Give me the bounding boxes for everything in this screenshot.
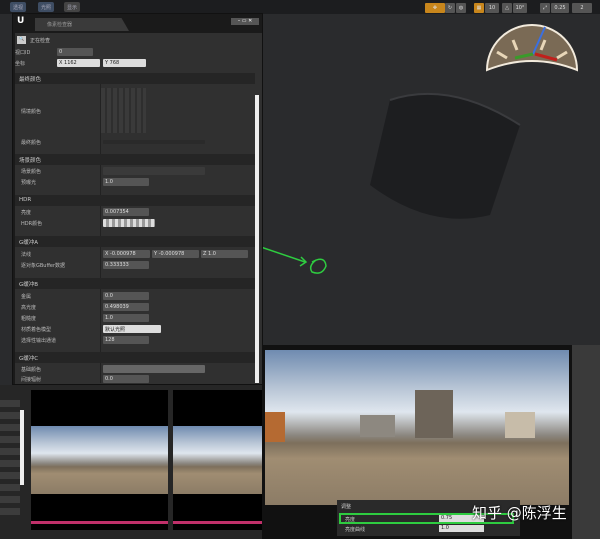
rotation-snap-value[interactable]: 10° (513, 3, 527, 13)
camera-speed-button[interactable]: 2 (572, 3, 592, 13)
indirect-label: 间接辐射 (21, 377, 42, 383)
selective-output-label: 选择性输出通道 (21, 338, 57, 344)
scale-snap-icon[interactable]: ⤢ (540, 3, 550, 13)
lit-button[interactable]: 光照 (38, 2, 55, 12)
unreal-logo-icon: U (17, 16, 25, 26)
per-object-field[interactable]: 0.333333 (103, 261, 149, 269)
pixel-inspector-window: U 像素检查器 – ▭ ✕ 🔍 正在检查 视口ID 0 坐标 X 1162 Y 768… (12, 13, 263, 385)
show-button[interactable]: 显示 (64, 2, 81, 12)
roughness-field[interactable]: 1.0 (103, 314, 149, 322)
preexposure-label: 预曝光 (21, 180, 37, 186)
inspecting-label: 正在检查 (30, 38, 51, 44)
shading-model-label: 材质着色模型 (21, 327, 52, 333)
cylinder-mesh[interactable] (360, 85, 530, 230)
brightness-label: 亮度 (345, 517, 356, 523)
rotate-tool-icon[interactable]: ↻ (445, 3, 455, 13)
world-local-icon[interactable]: ◍ (456, 3, 466, 13)
folder-scrollbar[interactable] (20, 410, 24, 485)
final-color-swatch (103, 140, 205, 144)
asset-thumbnail-2[interactable] (173, 390, 265, 530)
luminance-label: 亮度 (21, 210, 32, 216)
final-color-label[interactable]: 最终颜色 (21, 139, 41, 146)
hdr-color-swatch (103, 219, 155, 227)
hdr-color-label[interactable]: HDR颜色 (21, 220, 42, 227)
selective-output-field[interactable]: 128 (103, 336, 149, 344)
viewport-id-field[interactable]: 0 (57, 48, 93, 56)
section-final-color[interactable]: 最终颜色 (19, 75, 41, 83)
rotation-snap-icon[interactable]: △ (502, 3, 512, 13)
shading-model-dropdown[interactable]: 默认光照 (103, 325, 161, 333)
scene-color-label[interactable]: 场景颜色 (21, 168, 41, 175)
content-browser (0, 385, 265, 539)
section-gbuffer-b[interactable]: G缓冲B (19, 280, 38, 288)
section-hdr[interactable]: HDR (19, 197, 31, 203)
normal-z-field[interactable]: Z 1.0 (201, 250, 248, 258)
base-color-label[interactable]: 基础颜色 (21, 366, 41, 373)
specular-field[interactable]: 0.498039 (103, 303, 149, 311)
scale-snap-value[interactable]: 0.25 (551, 3, 569, 13)
normal-y-field[interactable]: Y -0.000978 (152, 250, 199, 258)
scene-color-swatch (103, 167, 205, 175)
grid-snap-value[interactable]: 10 (485, 3, 499, 13)
context-color-label: 情境颜色 (21, 109, 42, 115)
coord-y-field[interactable]: Y 768 (103, 59, 146, 67)
adjust-section[interactable]: 调整 (341, 503, 351, 510)
coord-x-field[interactable]: X 1162 (57, 59, 100, 67)
inspect-toggle-icon[interactable]: 🔍 (17, 36, 26, 44)
directional-light-gizmo[interactable] (485, 22, 579, 74)
preexposure-field[interactable]: 1.0 (103, 178, 149, 186)
brightness-curve-label: 亮度曲线 (345, 527, 366, 533)
grid-snap-icon[interactable]: ▦ (474, 3, 484, 13)
move-tool-icon[interactable]: ✥ (425, 3, 445, 13)
brightness-curve-field[interactable]: 1.0 (439, 525, 484, 532)
hdri-preview-image (265, 350, 569, 505)
per-object-label: 逐对象GBuffer数据 (21, 263, 66, 269)
coord-label: 坐标 (15, 61, 26, 67)
watermark: 知乎 @陈浮生 (472, 504, 567, 522)
viewport-id-label: 视口ID (15, 50, 31, 56)
metallic-label: 金属 (21, 294, 32, 300)
indirect-field[interactable]: 0.0 (103, 375, 149, 383)
section-gbuffer-a[interactable]: G缓冲A (19, 238, 38, 246)
tab-pixel-inspector[interactable]: 像素检查器 (35, 18, 129, 31)
normal-x-field[interactable]: X -0.000978 (103, 250, 150, 258)
roughness-label: 粗糙度 (21, 316, 37, 322)
window-controls[interactable]: – ▭ ✕ (231, 18, 259, 25)
inspector-body: 🔍 正在检查 视口ID 0 坐标 X 1162 Y 768 最终颜色 情境颜色 最终颜… (15, 33, 262, 384)
perspective-button[interactable]: 透视 (10, 2, 27, 12)
normal-label[interactable]: 法线 (21, 251, 31, 258)
base-color-swatch (103, 365, 205, 373)
section-scene-color[interactable]: 场景颜色 (19, 156, 41, 164)
specular-label: 高光度 (21, 305, 37, 311)
inspector-scrollbar[interactable] (255, 95, 259, 383)
right-panel-edge (572, 345, 600, 539)
metallic-field[interactable]: 0.0 (103, 292, 149, 300)
luminance-field[interactable]: 0.007354 (103, 208, 149, 216)
asset-thumbnail-1[interactable] (31, 390, 168, 530)
section-gbuffer-c[interactable]: G缓冲C (19, 354, 38, 362)
folder-list[interactable] (0, 400, 20, 520)
